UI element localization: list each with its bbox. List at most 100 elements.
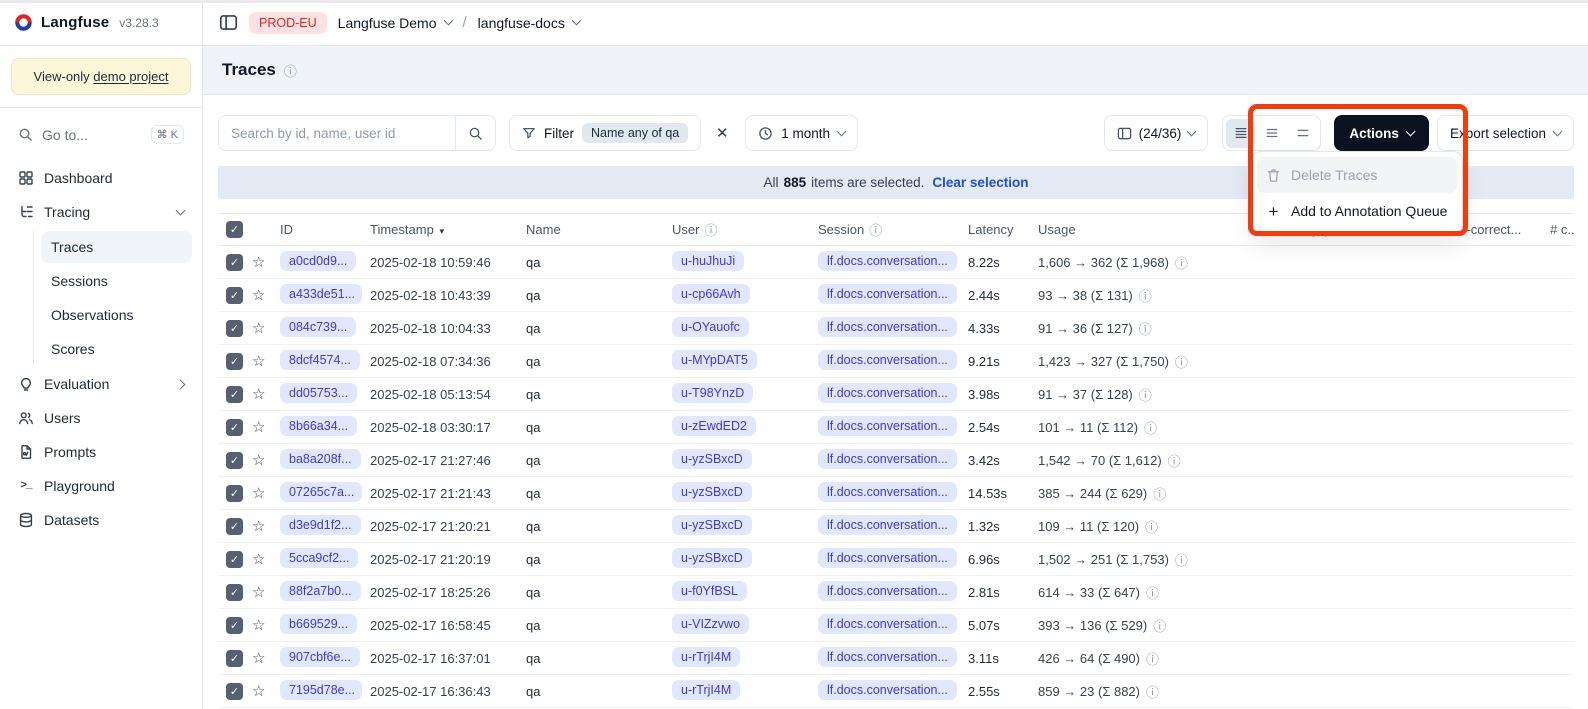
col-header-usage[interactable]: Usage [1038,222,1248,237]
filter-button[interactable]: Filter Name any of qa [509,115,701,151]
sidebar-item-traces[interactable]: Traces [41,231,192,263]
user-badge[interactable]: u-yzSBxcD [672,515,752,535]
user-badge[interactable]: u-cp66Avh [672,284,750,304]
table-row[interactable]: 084c739... 2025-02-18 10:04:33 qa u-OYau… [218,312,1574,345]
table-row[interactable]: a0cd0d9... 2025-02-18 10:59:46 qa u-huJh… [218,246,1574,279]
user-badge[interactable]: u-VIZzvwo [672,614,749,634]
session-badge[interactable]: lf.docs.conversation... [818,680,957,700]
trace-id-badge[interactable]: d3e9d1f2... [280,515,361,535]
star-icon[interactable] [252,551,265,568]
user-badge[interactable]: u-rTrjI4M [672,680,740,700]
row-checkbox[interactable] [226,518,243,535]
search-input[interactable] [219,116,455,150]
row-checkbox[interactable] [226,254,243,271]
trace-id-badge[interactable]: 084c739... [280,317,356,337]
star-icon[interactable] [252,683,265,700]
table-row[interactable]: 07265c7a... 2025-02-17 21:21:43 qa u-yzS… [218,477,1574,510]
session-badge[interactable]: lf.docs.conversation... [818,548,957,568]
table-row[interactable]: a433de51... 2025-02-18 10:43:39 qa u-cp6… [218,279,1574,312]
table-row[interactable]: 8dcf4574... 2025-02-18 07:34:36 qa u-MYp… [218,345,1574,378]
row-checkbox[interactable] [226,551,243,568]
sidebar-item-scores[interactable]: Scores [41,333,192,365]
actions-button[interactable]: Actions [1334,115,1429,151]
star-icon[interactable] [252,287,265,304]
goto-search[interactable]: Go to... ⌘ K [10,118,192,151]
row-checkbox[interactable] [226,353,243,370]
org-selector[interactable]: Langfuse Demo [338,15,452,31]
user-badge[interactable]: u-yzSBxcD [672,449,752,469]
user-badge[interactable]: u-f0YfBSL [672,581,747,601]
trace-id-badge[interactable]: 88f2a7b0... [280,581,361,601]
session-badge[interactable]: lf.docs.conversation... [818,350,957,370]
table-row[interactable]: d3e9d1f2... 2025-02-17 21:20:21 qa u-yzS… [218,510,1574,543]
session-badge[interactable]: lf.docs.conversation... [818,482,957,502]
menu-item-delete-traces[interactable]: Delete Traces [1257,157,1457,193]
select-all-checkbox[interactable] [226,221,243,238]
star-icon[interactable] [252,485,265,502]
star-icon[interactable] [252,650,265,667]
info-icon[interactable] [1144,418,1157,437]
table-row[interactable]: 8b66a34... 2025-02-18 03:30:17 qa u-zEwd… [218,411,1574,444]
user-badge[interactable]: u-huJhuJi [672,251,744,271]
info-icon[interactable] [1146,682,1159,701]
user-badge[interactable]: u-yzSBxcD [672,482,752,502]
trace-id-badge[interactable]: 07265c7a... [280,482,362,502]
user-badge[interactable]: u-zEwdED2 [672,416,756,436]
info-icon[interactable] [1175,352,1188,371]
row-checkbox[interactable] [226,650,243,667]
info-icon[interactable] [1139,286,1152,305]
table-row[interactable]: 7195d78e... 2025-02-17 16:36:43 qa u-rTr… [218,675,1574,708]
project-selector[interactable]: langfuse-docs [478,15,580,31]
trace-id-badge[interactable]: 7195d78e... [280,680,362,700]
col-header-latency[interactable]: Latency [968,222,1038,237]
session-badge[interactable]: lf.docs.conversation... [818,449,957,469]
col-header-timestamp[interactable]: Timestamp [370,222,526,237]
info-icon[interactable] [1146,649,1159,668]
menu-item-add-to-annotation-queue[interactable]: + Add to Annotation Queue [1257,193,1457,229]
sidebar-toggle-icon[interactable] [219,13,238,32]
sidebar-item-datasets[interactable]: Datasets [10,503,192,537]
row-checkbox[interactable] [226,287,243,304]
trace-id-badge[interactable]: 8b66a34... [280,416,357,436]
info-icon[interactable] [1139,385,1152,404]
session-badge[interactable]: lf.docs.conversation... [818,515,957,535]
star-icon[interactable] [252,584,265,601]
clear-selection-link[interactable]: Clear selection [932,175,1028,190]
info-icon[interactable] [1175,253,1188,272]
session-badge[interactable]: lf.docs.conversation... [818,284,957,304]
demo-project-link[interactable]: demo project [93,69,168,84]
info-icon[interactable] [1139,319,1152,338]
star-icon[interactable] [252,518,265,535]
session-badge[interactable]: lf.docs.conversation... [818,647,957,667]
sidebar-item-tracing[interactable]: Tracing [10,195,192,229]
row-checkbox[interactable] [226,386,243,403]
sidebar-item-users[interactable]: Users [10,401,192,435]
session-badge[interactable]: lf.docs.conversation... [818,416,957,436]
star-icon[interactable] [252,254,265,271]
sidebar-item-observations[interactable]: Observations [41,299,192,331]
table-row[interactable]: b669529... 2025-02-17 16:58:45 qa u-VIZz… [218,609,1574,642]
user-badge[interactable]: u-OYauofc [672,317,749,337]
trace-id-badge[interactable]: 8dcf4574... [280,350,360,370]
star-icon[interactable] [252,419,265,436]
clear-filter-button[interactable]: ✕ [705,115,739,151]
star-icon[interactable] [252,320,265,337]
star-icon[interactable] [252,617,265,634]
table-row[interactable]: dd05753... 2025-02-18 05:13:54 qa u-T98Y… [218,378,1574,411]
user-badge[interactable]: u-yzSBxcD [672,548,752,568]
trace-id-badge[interactable]: b669529... [280,614,357,634]
col-header-id[interactable]: ID [280,222,370,237]
row-checkbox[interactable] [226,485,243,502]
star-icon[interactable] [252,452,265,469]
session-badge[interactable]: lf.docs.conversation... [818,251,957,271]
table-row[interactable]: 88f2a7b0... 2025-02-17 18:25:26 qa u-f0Y… [218,576,1574,609]
session-badge[interactable]: lf.docs.conversation... [818,614,957,634]
trace-id-badge[interactable]: 5cca9cf2... [280,548,358,568]
trace-id-badge[interactable]: a433de51... [280,284,362,304]
row-height-medium-button[interactable] [1257,119,1286,148]
trace-id-badge[interactable]: a0cd0d9... [280,251,356,271]
info-icon[interactable] [284,61,297,80]
user-badge[interactable]: u-rTrjI4M [672,647,740,667]
table-row[interactable]: ba8a208f... 2025-02-17 21:27:46 qa u-yzS… [218,444,1574,477]
info-icon[interactable] [1146,583,1159,602]
